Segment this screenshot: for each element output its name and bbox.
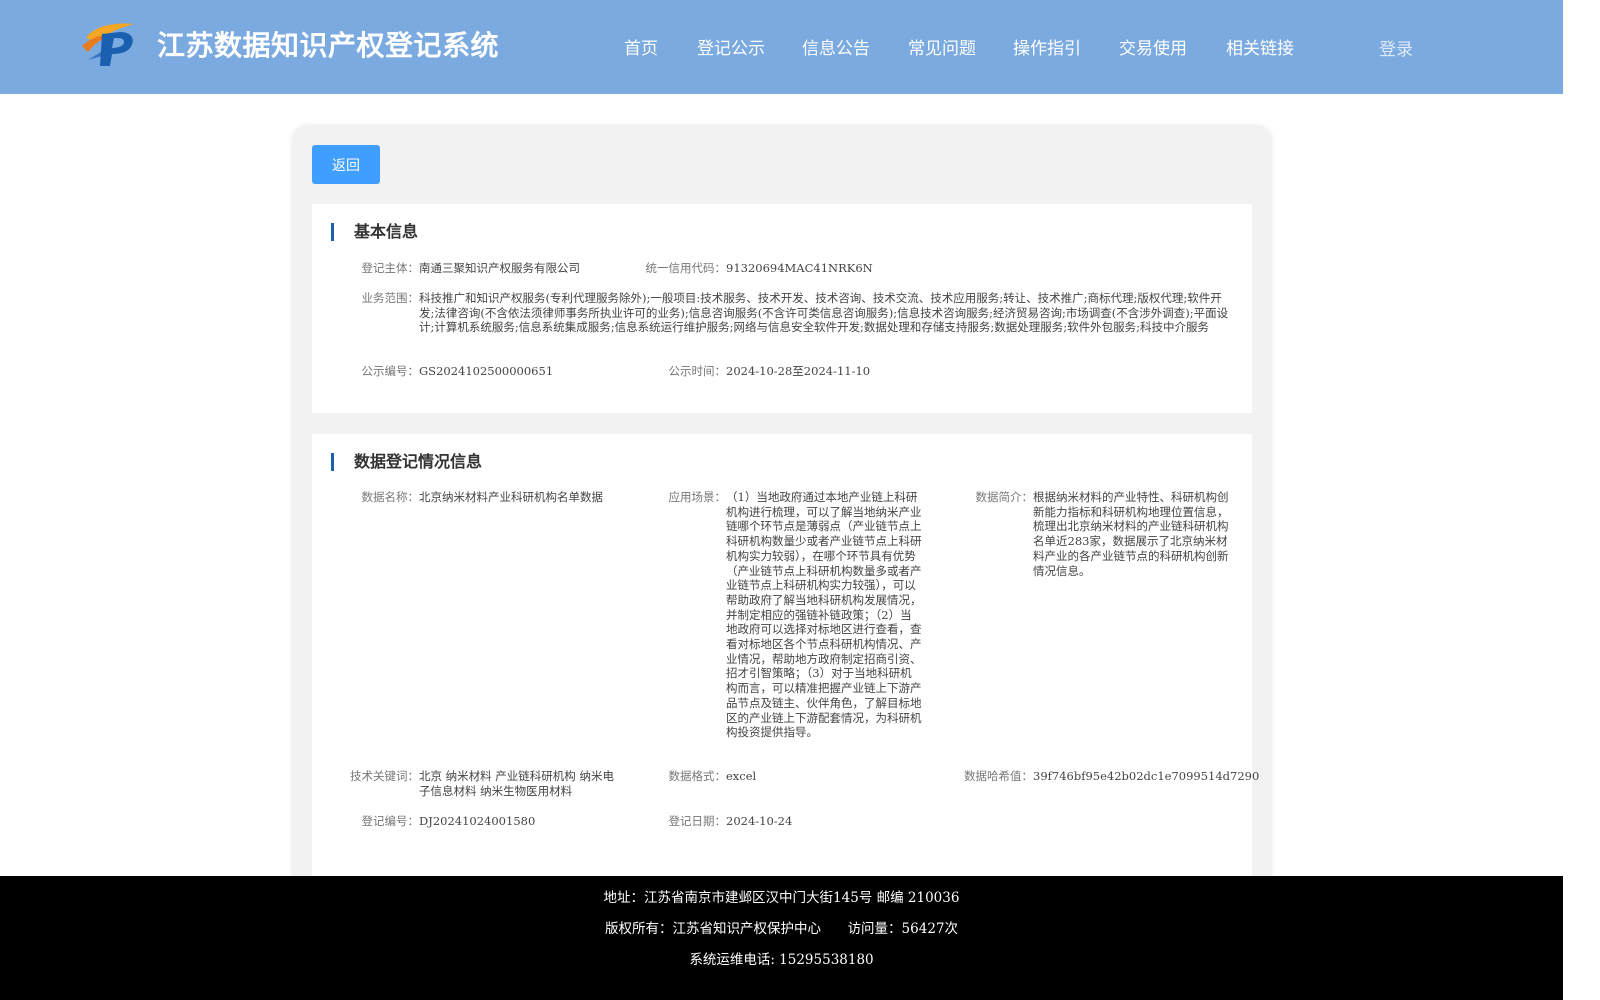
nav-trade-use[interactable]: 交易使用	[1119, 34, 1187, 59]
back-button[interactable]: 返回	[312, 145, 380, 184]
field-value: 91320694MAC41NRK6N	[726, 261, 873, 275]
footer-visit-count: 访问量：56427次	[847, 921, 959, 937]
basic-info-card: 基本信息 登记主体： 南通三聚知识产权服务有限公司 统一信用代码： 913206…	[312, 204, 1252, 413]
field-value: 南通三聚知识产权服务有限公司	[419, 261, 580, 275]
field-value: 39f746bf95e42b02dc1e7099514d7290	[1033, 769, 1260, 783]
field-label: 数据名称：	[361, 490, 420, 504]
detail-panel: 返回 基本信息 登记主体： 南通三聚知识产权服务有限公司 统一信用代码： 913…	[292, 125, 1272, 905]
field-label: 数据哈希值：	[964, 769, 1033, 783]
footer-address: 地址：江苏省南京市建邺区汉中门大街145号 邮编 210036	[603, 890, 960, 906]
field-label: 公示编号：	[361, 364, 420, 378]
field-value: excel	[726, 769, 757, 783]
nav-registration-notice[interactable]: 登记公示	[697, 34, 765, 59]
field-value: 根据纳米材料的产业特性、科研机构创新能力指标和科研机构地理位置信息，梳理出北京纳…	[1033, 490, 1229, 578]
field-value: 科技推广和知识产权服务(专利代理服务除外);一般项目:技术服务、技术开发、技术咨…	[419, 291, 1229, 335]
field-label: 登记日期：	[668, 814, 727, 828]
section-title-data-registration: 数据登记情况信息	[331, 453, 482, 471]
nav-home[interactable]: 首页	[624, 34, 658, 59]
field-value: （1）当地政府通过本地产业链上科研机构进行梳理，可以了解当地纳米产业链哪个环节点…	[726, 490, 922, 740]
field-label: 应用场景：	[668, 490, 727, 504]
login-link[interactable]: 登录	[1379, 35, 1413, 60]
footer-hotline: 系统运维电话: 15295538180	[689, 952, 874, 968]
field-value: DJ20241024001580	[419, 814, 536, 828]
field-label: 统一信用代码：	[645, 261, 727, 275]
nav-guide[interactable]: 操作指引	[1013, 34, 1081, 59]
field-value: 北京 纳米材料 产业链科研机构 纳米电子信息材料 纳米生物医用材料	[419, 769, 614, 798]
field-value: 2024-10-24	[726, 814, 793, 828]
field-value: 2024-10-28至2024-11-10	[726, 364, 871, 378]
field-label: 数据简介：	[975, 490, 1034, 504]
field-label: 公示时间：	[668, 364, 727, 378]
site-logo-icon[interactable]	[80, 20, 138, 70]
footer-copyright: 版权所有：江苏省知识产权保护中心	[604, 921, 821, 937]
site-footer: 地址：江苏省南京市建邺区汉中门大街145号 邮编 210036 版权所有：江苏省…	[0, 876, 1563, 1000]
field-value: 北京纳米材料产业科研机构名单数据	[419, 490, 603, 504]
field-label: 数据格式：	[668, 769, 727, 783]
field-label: 业务范围：	[361, 291, 420, 305]
field-label: 登记编号：	[361, 814, 420, 828]
data-registration-card: 数据登记情况信息 数据名称： 北京纳米材料产业科研机构名单数据 应用场景： （1…	[312, 434, 1260, 905]
top-header: 江苏数据知识产权登记系统 首页 登记公示 信息公告 常见问题 操作指引 交易使用…	[0, 0, 1563, 94]
footer-copyright-row: 版权所有：江苏省知识产权保护中心 访问量：56427次	[0, 917, 1563, 937]
nav-faq[interactable]: 常见问题	[908, 34, 976, 59]
nav-announcements[interactable]: 信息公告	[802, 34, 870, 59]
site-title[interactable]: 江苏数据知识产权登记系统	[157, 24, 499, 64]
nav-related-links[interactable]: 相关链接	[1226, 34, 1294, 59]
field-label: 登记主体：	[361, 261, 420, 275]
field-label: 技术关键词：	[350, 769, 419, 783]
section-title-basic-info: 基本信息	[331, 223, 418, 241]
field-value: GS2024102500000651	[419, 364, 554, 378]
scrollbar-track[interactable]	[1563, 0, 1600, 1000]
